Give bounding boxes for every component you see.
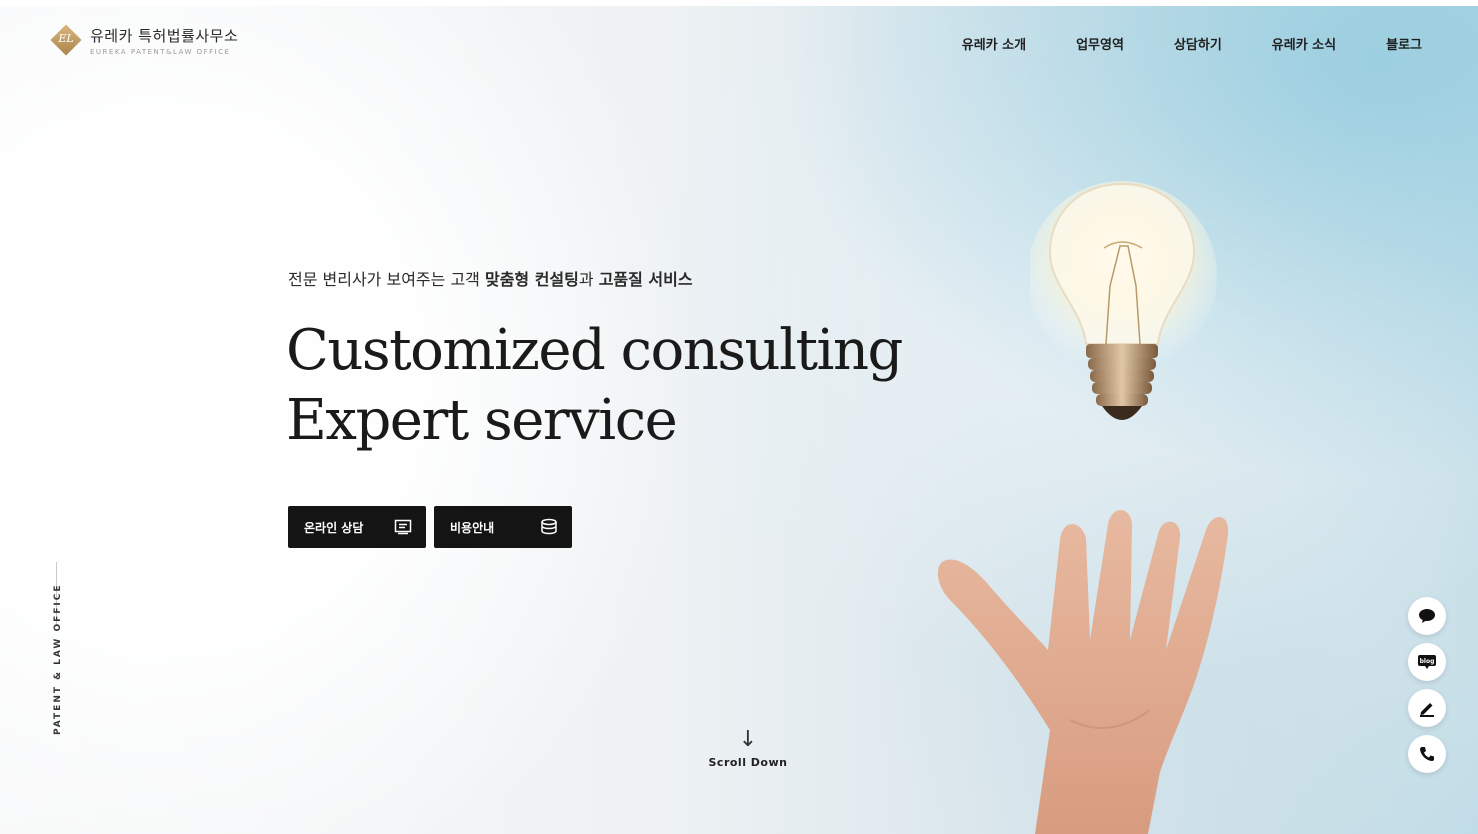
online-consult-button[interactable]: 온라인 상담 (288, 506, 426, 548)
open-hand-image (937, 509, 1229, 834)
logo-korean-name: 유레카 특허법률사무소 (90, 26, 239, 45)
side-vertical-text: PATENT & LAW OFFICE (53, 583, 63, 735)
pencil-icon (1420, 703, 1434, 717)
scroll-down[interactable]: ↓ Scroll Down (706, 727, 790, 770)
scroll-down-label: Scroll Down (708, 756, 788, 769)
nav-item-practice-areas[interactable]: 업무영역 (1076, 34, 1124, 53)
hero-buttons: 온라인 상담 비용안내 (288, 506, 572, 548)
blog-button[interactable]: blog (1408, 643, 1446, 681)
write-inquiry-button[interactable] (1408, 689, 1446, 727)
pricing-guide-button[interactable]: 비용안내 (434, 506, 572, 548)
svg-text:blog: blog (1420, 658, 1435, 665)
light-bulb-icon (1030, 181, 1217, 420)
top-border (0, 0, 1478, 6)
coins-icon (541, 518, 557, 535)
main-nav: 유레카 소개 업무영역 상담하기 유레카 소식 블로그 (912, 34, 1422, 53)
headline-line-2: Expert service (286, 388, 678, 453)
nav-item-consultation[interactable]: 상담하기 (1174, 34, 1222, 53)
speech-bubble-icon (1419, 609, 1435, 623)
down-arrow-icon: ↓ (738, 727, 758, 752)
nav-item-blog[interactable]: 블로그 (1386, 34, 1422, 53)
hero-subtitle: 전문 변리사가 보여주는 고객 맞춤형 컨설팅과 고품질 서비스 (288, 270, 693, 289)
hero-headline: Customized consulting Expert service (286, 316, 903, 456)
site-logo[interactable]: EL 유레카 특허법률사무소 EUREKA PATENT&LAW OFFICE (50, 24, 238, 56)
blog-icon: blog (1418, 655, 1436, 669)
logo-mark-icon: EL (50, 24, 82, 56)
logo-english-name: EUREKA PATENT&LAW OFFICE (90, 47, 231, 56)
phone-call-button[interactable] (1408, 735, 1446, 773)
nav-item-news[interactable]: 유레카 소식 (1272, 34, 1336, 53)
chat-box-icon (394, 519, 412, 535)
nav-item-about[interactable]: 유레카 소개 (962, 34, 1026, 53)
headline-line-1: Customized consulting (286, 318, 903, 383)
kakao-chat-button[interactable] (1408, 597, 1446, 635)
phone-icon (1420, 747, 1434, 761)
